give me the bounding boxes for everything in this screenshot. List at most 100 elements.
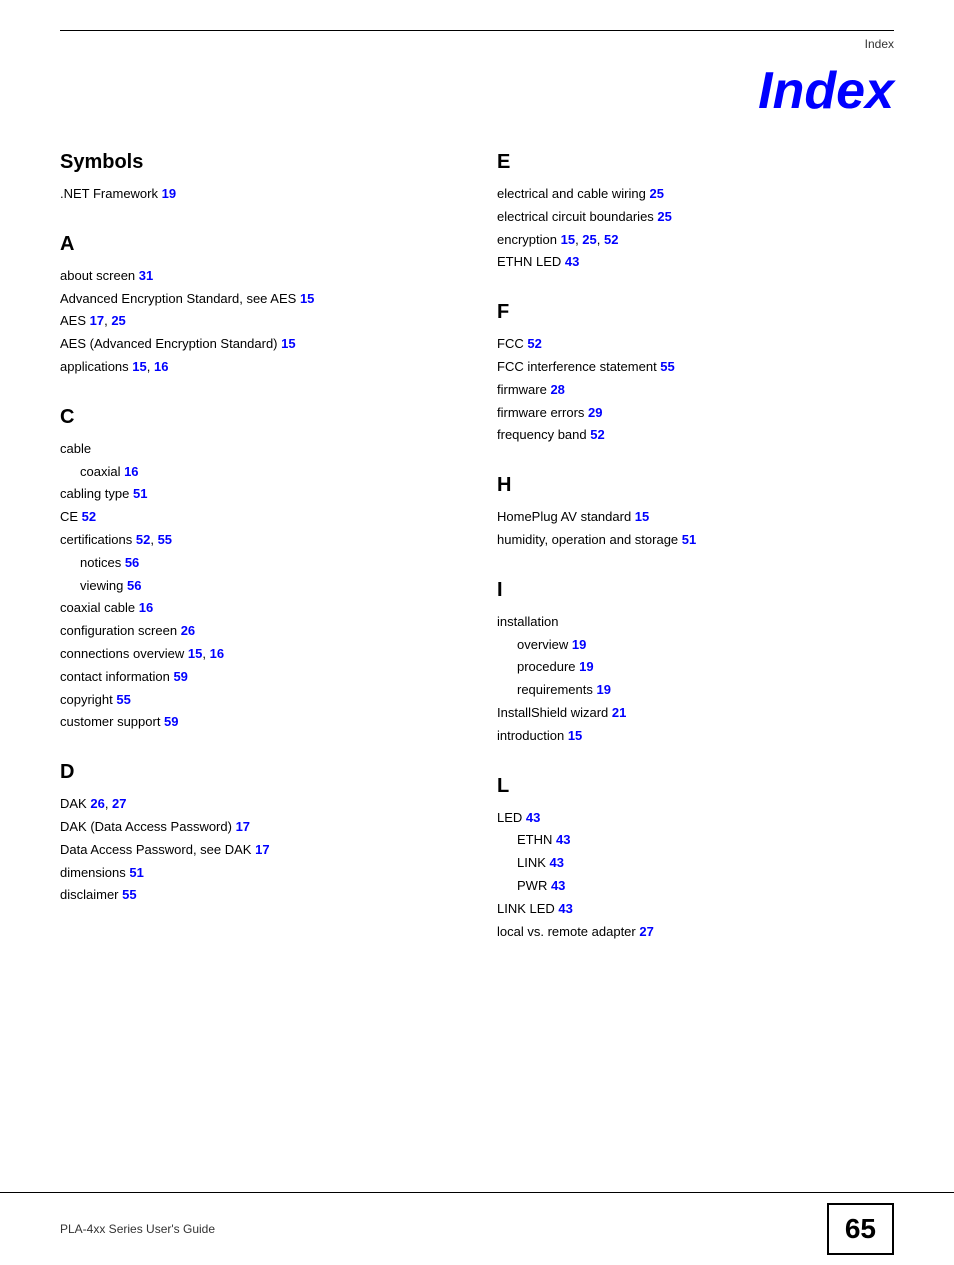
list-item: .NET Framework 19 (60, 184, 457, 205)
list-item: installation (497, 612, 894, 633)
list-item: LED 43 (497, 808, 894, 829)
index-link[interactable]: 55 (116, 692, 130, 707)
index-link[interactable]: 17 (90, 313, 104, 328)
index-section-l: LLED 43ETHN 43LINK 43PWR 43LINK LED 43lo… (497, 775, 894, 943)
index-link[interactable]: 21 (612, 705, 626, 720)
index-link[interactable]: 16 (154, 359, 168, 374)
index-link[interactable]: 52 (82, 509, 96, 524)
page-container: Index Index Symbols.NET Framework 19Aabo… (0, 30, 954, 1265)
index-link[interactable]: 15 (300, 291, 314, 306)
index-link[interactable]: 15 (568, 728, 582, 743)
index-link[interactable]: 31 (139, 268, 153, 283)
index-link[interactable]: 43 (526, 810, 540, 825)
list-item: electrical circuit boundaries 25 (497, 207, 894, 228)
top-bar: Index (60, 30, 894, 51)
index-link[interactable]: 56 (127, 578, 141, 593)
index-section-a: Aabout screen 31Advanced Encryption Stan… (60, 233, 457, 378)
index-link[interactable]: 52 (604, 232, 618, 247)
index-link[interactable]: 15 (188, 646, 202, 661)
index-section-f: FFCC 52FCC interference statement 55firm… (497, 301, 894, 446)
index-link[interactable]: 19 (572, 637, 586, 652)
index-section-c: Ccablecoaxial 16cabling type 51CE 52cert… (60, 406, 457, 733)
list-item: requirements 19 (497, 680, 894, 701)
index-link[interactable]: 25 (111, 313, 125, 328)
list-item: humidity, operation and storage 51 (497, 530, 894, 551)
index-link[interactable]: 16 (139, 600, 153, 615)
list-item: local vs. remote adapter 27 (497, 922, 894, 943)
index-link[interactable]: 59 (164, 714, 178, 729)
index-link[interactable]: 43 (550, 855, 564, 870)
list-item: disclaimer 55 (60, 885, 457, 906)
section-header: H (497, 474, 894, 497)
index-link[interactable]: 25 (649, 186, 663, 201)
section-header: D (60, 761, 457, 784)
index-link[interactable]: 19 (579, 659, 593, 674)
index-link[interactable]: 17 (255, 842, 269, 857)
list-item: ETHN LED 43 (497, 252, 894, 273)
section-header: F (497, 301, 894, 324)
index-link[interactable]: 16 (124, 464, 138, 479)
index-link[interactable]: 52 (136, 532, 150, 547)
index-link[interactable]: 52 (527, 336, 541, 351)
index-link[interactable]: 19 (596, 682, 610, 697)
index-link[interactable]: 15 (635, 509, 649, 524)
index-link[interactable]: 43 (556, 832, 570, 847)
section-header: E (497, 151, 894, 174)
index-link[interactable]: 16 (210, 646, 224, 661)
list-item: Data Access Password, see DAK 17 (60, 840, 457, 861)
index-link[interactable]: 43 (558, 901, 572, 916)
list-item: cabling type 51 (60, 484, 457, 505)
list-item: contact information 59 (60, 667, 457, 688)
section-header: I (497, 579, 894, 602)
bottom-bar: PLA-4xx Series User's Guide 65 (0, 1192, 954, 1265)
section-header: A (60, 233, 457, 256)
index-link[interactable]: 29 (588, 405, 602, 420)
top-label: Index (865, 37, 894, 51)
list-item: encryption 15, 25, 52 (497, 230, 894, 251)
index-link[interactable]: 27 (112, 796, 126, 811)
list-item: DAK (Data Access Password) 17 (60, 817, 457, 838)
index-link[interactable]: 55 (660, 359, 674, 374)
index-link[interactable]: 27 (639, 924, 653, 939)
index-link[interactable]: 25 (657, 209, 671, 224)
index-link[interactable]: 19 (162, 186, 176, 201)
index-link[interactable]: 26 (90, 796, 104, 811)
index-link[interactable]: 55 (122, 887, 136, 902)
list-item: connections overview 15, 16 (60, 644, 457, 665)
index-link[interactable]: 51 (129, 865, 143, 880)
index-link[interactable]: 51 (682, 532, 696, 547)
list-item: customer support 59 (60, 712, 457, 733)
right-column: Eelectrical and cable wiring 25electrica… (497, 151, 894, 944)
page-title: Index (0, 61, 894, 121)
list-item: AES 17, 25 (60, 311, 457, 332)
list-item: introduction 15 (497, 726, 894, 747)
list-item: about screen 31 (60, 266, 457, 287)
list-item: firmware 28 (497, 380, 894, 401)
index-link[interactable]: 15 (561, 232, 575, 247)
index-link[interactable]: 26 (181, 623, 195, 638)
list-item: FCC interference statement 55 (497, 357, 894, 378)
index-link[interactable]: 43 (565, 254, 579, 269)
list-item: copyright 55 (60, 690, 457, 711)
index-link[interactable]: 43 (551, 878, 565, 893)
index-link[interactable]: 52 (590, 427, 604, 442)
left-column: Symbols.NET Framework 19Aabout screen 31… (60, 151, 457, 944)
index-link[interactable]: 15 (132, 359, 146, 374)
index-link[interactable]: 56 (125, 555, 139, 570)
list-item: PWR 43 (497, 876, 894, 897)
list-item: configuration screen 26 (60, 621, 457, 642)
index-link[interactable]: 28 (550, 382, 564, 397)
index-link[interactable]: 59 (173, 669, 187, 684)
list-item: overview 19 (497, 635, 894, 656)
index-link[interactable]: 55 (158, 532, 172, 547)
index-section-h: H HomePlug AV standard 15humidity, operat… (497, 474, 894, 551)
index-link[interactable]: 51 (133, 486, 147, 501)
main-content: Symbols.NET Framework 19Aabout screen 31… (0, 151, 954, 944)
index-link[interactable]: 25 (582, 232, 596, 247)
list-item: procedure 19 (497, 657, 894, 678)
index-link[interactable]: 17 (236, 819, 250, 834)
section-header: L (497, 775, 894, 798)
index-section-d: DDAK 26, 27DAK (Data Access Password) 17… (60, 761, 457, 906)
list-item: HomePlug AV standard 15 (497, 507, 894, 528)
index-link[interactable]: 15 (281, 336, 295, 351)
